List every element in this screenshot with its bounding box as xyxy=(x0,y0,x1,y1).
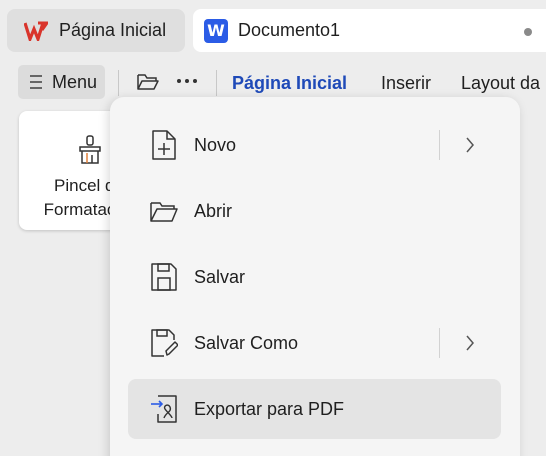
chevron-right-icon[interactable] xyxy=(465,136,475,154)
save-icon xyxy=(151,263,177,291)
menu-item-open-label: Abrir xyxy=(194,200,233,221)
menu-button[interactable]: Menu xyxy=(18,65,105,99)
menu-item-save-as[interactable]: Salvar Como xyxy=(128,313,501,373)
menu-item-save-label: Salvar xyxy=(194,266,246,287)
toolbar-divider xyxy=(216,70,217,96)
folder-open-icon xyxy=(150,202,178,222)
export-pdf-icon xyxy=(151,395,177,423)
menu-item-export-pdf-label: Exportar para PDF xyxy=(194,398,345,419)
tab-document[interactable]: W Documento1 xyxy=(193,9,546,52)
chevron-right-icon[interactable] xyxy=(465,334,475,352)
tab-document-label: Documento1 xyxy=(238,20,341,40)
menu-item-open[interactable]: Abrir xyxy=(128,181,501,241)
unsaved-dot-icon xyxy=(524,28,532,36)
main-menu-dropdown: Novo Abrir Salvar Salvar Como Exportar p… xyxy=(110,97,520,456)
submenu-divider xyxy=(439,328,440,358)
toolbar-divider xyxy=(118,70,119,96)
more-options-icon[interactable] xyxy=(176,78,198,84)
submenu-divider xyxy=(439,130,440,160)
ribbon-tab-home[interactable]: Página Inicial xyxy=(232,73,347,94)
format-painter-icon xyxy=(79,135,101,164)
writer-logo-icon: W xyxy=(204,18,228,43)
menu-item-new[interactable]: Novo xyxy=(128,115,501,175)
tab-home-label: Página Inicial xyxy=(59,20,167,40)
wps-logo-icon xyxy=(24,21,48,41)
ribbon-tab-insert[interactable]: Inserir xyxy=(381,73,431,94)
menu-item-save[interactable]: Salvar xyxy=(128,247,501,307)
hamburger-icon xyxy=(30,75,42,89)
save-as-icon xyxy=(151,329,178,357)
menu-item-export-pdf[interactable]: Exportar para PDF xyxy=(128,379,501,439)
menu-item-new-label: Novo xyxy=(194,134,237,155)
open-folder-icon[interactable] xyxy=(136,71,160,93)
menu-button-label: Menu xyxy=(52,71,98,92)
app-window: Página Inicial W Documento1 Menu Página … xyxy=(0,0,546,456)
ribbon-tab-layout[interactable]: Layout da xyxy=(461,73,540,94)
tab-home[interactable]: Página Inicial xyxy=(7,9,185,52)
menu-item-save-as-label: Salvar Como xyxy=(194,332,299,353)
new-document-icon xyxy=(152,130,176,160)
